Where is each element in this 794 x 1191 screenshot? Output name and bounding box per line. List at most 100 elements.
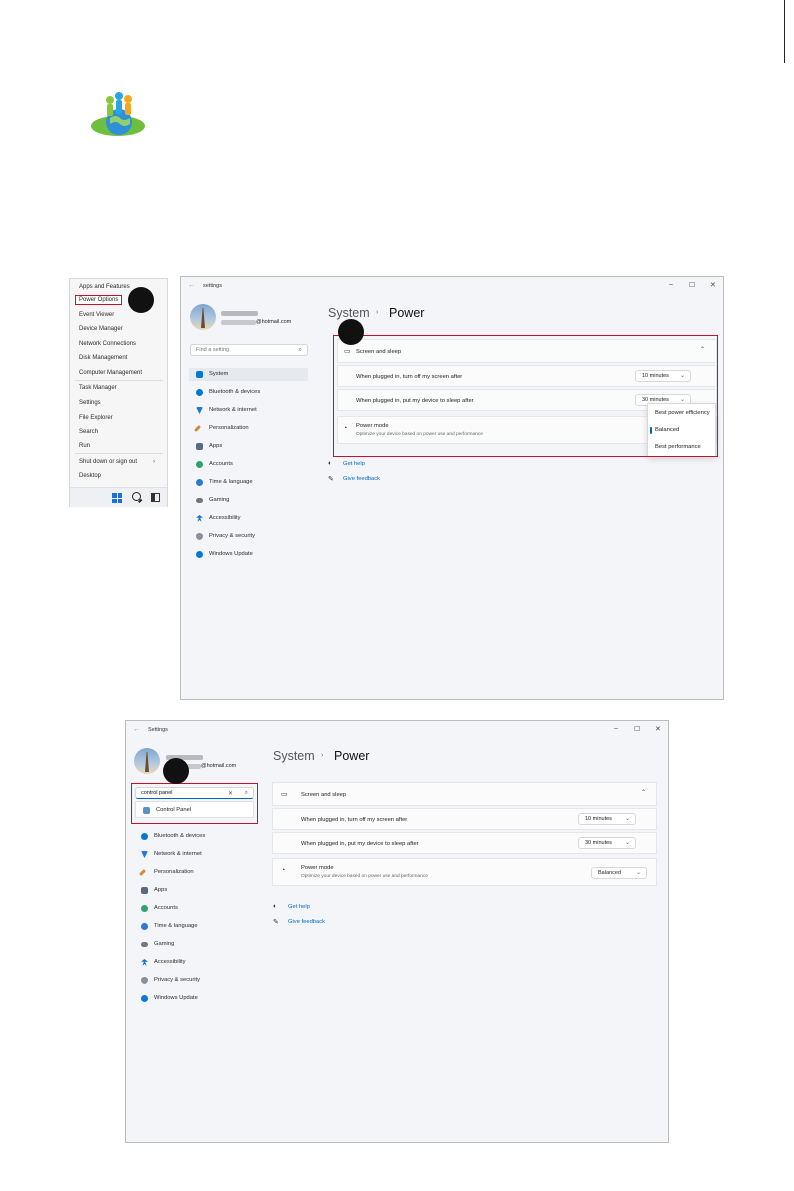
menu-item-shutdown[interactable]: Shut down or sign out: [79, 459, 137, 465]
nav-item-network[interactable]: Network & internet: [196, 407, 257, 414]
accessibility-icon: [141, 959, 148, 966]
screen-sleep-header[interactable]: ▭ Screen and sleep ⌃: [272, 782, 657, 806]
menu-item-device-manager[interactable]: Device Manager: [79, 326, 123, 332]
breadcrumb-chevron-icon: ›: [376, 309, 379, 316]
menu-item-search[interactable]: Search: [79, 429, 98, 435]
system-icon: [196, 371, 203, 378]
close-icon[interactable]: ✕: [655, 725, 661, 733]
bluetooth-icon: [196, 389, 203, 396]
menu-item-disk-management[interactable]: Disk Management: [79, 355, 127, 361]
feedback-icon: ✎: [273, 919, 279, 926]
menu-item-file-explorer[interactable]: File Explorer: [79, 415, 113, 421]
menu-item-settings[interactable]: Settings: [79, 400, 101, 406]
shield-icon: [141, 977, 148, 984]
menu-item-computer-management[interactable]: Computer Management: [79, 370, 142, 376]
back-arrow-icon[interactable]: ←: [188, 282, 195, 289]
give-feedback-link[interactable]: Give feedback: [343, 476, 380, 482]
globe-clock-icon: [141, 923, 148, 930]
dropdown-value: 30 minutes: [585, 840, 612, 846]
user-email-domain: @hotmail.com: [256, 319, 292, 325]
nav-item-privacy[interactable]: Privacy & security: [196, 533, 256, 540]
menu-item-task-manager[interactable]: Task Manager: [79, 385, 117, 391]
nav-item-bluetooth[interactable]: Bluetooth & devices: [141, 833, 206, 840]
accounts-icon: [196, 461, 203, 468]
nav-item-accessibility[interactable]: Accessibility: [141, 959, 186, 966]
sleep-row: When plugged in, put my device to sleep …: [272, 832, 657, 854]
nav-item-gaming[interactable]: Gaming: [196, 497, 229, 503]
menu-item-network-connections[interactable]: Network Connections: [79, 341, 136, 347]
nav-item-apps[interactable]: Apps: [141, 887, 168, 894]
step-marker-circle: [163, 758, 189, 784]
nav-label: Personalization: [154, 869, 194, 875]
maximize-icon[interactable]: ☐: [634, 725, 640, 733]
bluetooth-icon: [141, 833, 148, 840]
chevron-up-icon[interactable]: ⌃: [641, 789, 646, 796]
power-gauge-icon: ◔: [281, 867, 286, 874]
nav-label: Bluetooth & devices: [154, 833, 206, 839]
nav-item-system[interactable]: System: [189, 368, 308, 381]
menu-item-desktop[interactable]: Desktop: [79, 473, 101, 479]
taskbar: [70, 487, 167, 507]
get-help-link[interactable]: Get help: [343, 461, 365, 467]
nav-label: Accounts: [154, 905, 178, 911]
nav-label: Windows Update: [154, 995, 198, 1001]
wifi-icon: [196, 407, 203, 414]
menu-item-apps-features[interactable]: Apps and Features: [79, 284, 130, 290]
nav-item-gaming[interactable]: Gaming: [141, 941, 174, 947]
back-arrow-icon[interactable]: ←: [133, 726, 140, 733]
nav-label: Gaming: [209, 497, 230, 503]
task-view-icon[interactable]: [151, 493, 160, 502]
nav-label: Apps: [154, 887, 168, 893]
get-help-link[interactable]: Get help: [288, 904, 310, 910]
windows-start-icon[interactable]: [112, 493, 122, 503]
search-input[interactable]: Find a setting ⌕: [190, 344, 308, 356]
nav-item-bluetooth[interactable]: Bluetooth & devices: [196, 389, 260, 396]
menu-item-power-options[interactable]: Power Options: [75, 295, 123, 305]
nav-item-privacy[interactable]: Privacy & security: [141, 977, 201, 984]
breadcrumb-system[interactable]: System: [328, 306, 370, 320]
close-icon[interactable]: ✕: [710, 281, 716, 289]
nav-item-time-language[interactable]: Time & language: [141, 923, 198, 930]
nav-item-network[interactable]: Network & internet: [141, 851, 202, 858]
nav-item-personalization[interactable]: Personalization: [193, 424, 249, 433]
chevron-down-icon: ⌄: [624, 816, 630, 822]
nav-label: Privacy & security: [209, 533, 256, 539]
nav-item-time-language[interactable]: Time & language: [196, 479, 253, 486]
nav-item-windows-update[interactable]: Windows Update: [196, 551, 253, 558]
page-edge-line: [784, 0, 786, 63]
nav-label: Personalization: [209, 425, 249, 431]
give-feedback-link[interactable]: Give feedback: [288, 919, 325, 925]
menu-separator: [75, 453, 163, 454]
nav-item-windows-update[interactable]: Windows Update: [141, 995, 198, 1002]
search-placeholder: Find a setting: [196, 347, 230, 353]
nav-label: Network & internet: [209, 407, 257, 413]
nav-item-apps[interactable]: Apps: [196, 443, 223, 450]
minimize-icon[interactable]: –: [614, 725, 618, 732]
nav-item-accounts[interactable]: Accounts: [141, 905, 178, 912]
menu-item-run[interactable]: Run: [79, 443, 90, 449]
nav-item-accessibility[interactable]: Accessibility: [196, 515, 241, 522]
minimize-icon[interactable]: –: [669, 281, 673, 288]
menu-item-event-viewer[interactable]: Event Viewer: [79, 312, 114, 318]
nav-label: Time & language: [154, 923, 198, 929]
power-mode-dropdown[interactable]: Balanced ⌄: [591, 867, 647, 879]
sleep-dropdown[interactable]: 30 minutes ⌄: [578, 837, 636, 849]
nav-label: Apps: [209, 443, 223, 449]
power-mode-description: Optimize your device based on power use …: [301, 874, 428, 879]
screen-off-dropdown[interactable]: 10 minutes ⌄: [578, 813, 636, 825]
nav-item-personalization[interactable]: Personalization: [138, 868, 194, 877]
chevron-down-icon: ⌄: [635, 870, 641, 876]
highlight-box-search: [131, 783, 258, 824]
breadcrumb-system[interactable]: System: [273, 749, 315, 763]
breadcrumb-chevron-icon: ›: [321, 752, 324, 759]
search-icon[interactable]: [132, 492, 141, 501]
update-icon: [141, 995, 148, 1002]
maximize-icon[interactable]: ☐: [689, 281, 695, 289]
step-marker-circle: [338, 319, 364, 345]
avatar: [134, 748, 160, 774]
nav-label: Privacy & security: [154, 977, 201, 983]
nav-label: Time & language: [209, 479, 253, 485]
feedback-icon: ✎: [328, 476, 334, 483]
nav-item-accounts[interactable]: Accounts: [196, 461, 233, 468]
wifi-icon: [141, 851, 148, 858]
